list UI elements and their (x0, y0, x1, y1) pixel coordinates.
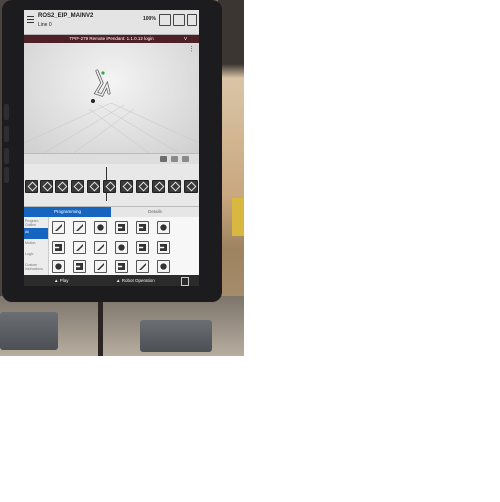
tablet-icon[interactable] (187, 14, 197, 26)
more-icon[interactable]: ⋮ (188, 45, 195, 53)
palette-icon[interactable] (73, 241, 86, 254)
robot-operation-label: Robot Operation (121, 278, 155, 283)
remote-pendant-bar: TPIF-279 Remote iPendant: 1.1.0.12 login… (24, 35, 199, 43)
tab-details[interactable]: Details (111, 207, 199, 217)
instruction-icon[interactable] (55, 180, 68, 193)
grid-icon[interactable] (182, 156, 189, 162)
hamburger-icon[interactable] (27, 16, 34, 23)
palette-icon[interactable] (136, 260, 149, 273)
instruction-icon[interactable] (40, 180, 53, 193)
side-button (4, 148, 9, 164)
palette-icon[interactable] (115, 241, 128, 254)
remote-pendant-text: TPIF-279 Remote iPendant: 1.1.0.12 login (69, 36, 154, 41)
palette-tabs: Programming Details (24, 207, 199, 217)
instruction-icon[interactable] (184, 180, 198, 193)
robot-arm-icon (91, 69, 111, 103)
category-item[interactable]: Program Outline (24, 217, 48, 228)
top-bar: ROS2_EIP_MAINV2 Line 0 100% (24, 10, 199, 35)
instruction-icon[interactable] (168, 180, 181, 193)
palette-icon[interactable] (115, 260, 128, 273)
play-label: Play (59, 278, 69, 283)
tablet-screen: ROS2_EIP_MAINV2 Line 0 100% TPIF-279 Rem… (24, 10, 199, 286)
palette-icon[interactable] (52, 260, 65, 273)
instruction-icon[interactable] (120, 180, 133, 193)
camera-icon[interactable] (171, 156, 178, 162)
instruction-icon[interactable] (103, 180, 116, 193)
palette-icon[interactable] (73, 260, 86, 273)
gripper-icon[interactable] (157, 221, 170, 234)
mount-bracket-right (140, 320, 212, 352)
move-icon[interactable] (52, 221, 65, 234)
instruction-icon[interactable] (87, 180, 100, 193)
yellow-label (232, 198, 244, 236)
save-icon[interactable] (181, 277, 189, 286)
table-icon[interactable] (136, 221, 149, 234)
robot-3d-viewport[interactable]: ⋮ (24, 43, 199, 154)
viewport-toolbar (24, 153, 199, 164)
play-button[interactable]: ▲ Play (54, 278, 68, 283)
palette-icon[interactable] (157, 260, 170, 273)
viewport-grid (24, 69, 199, 154)
category-list: Program Outline All Motion Logic Custom … (24, 217, 49, 275)
palette-icon[interactable] (52, 241, 65, 254)
category-item-active[interactable]: All (24, 228, 48, 239)
robot-status-icon[interactable] (173, 14, 185, 26)
move-linear-icon[interactable] (73, 221, 86, 234)
side-button (4, 104, 9, 120)
arc-icon[interactable] (94, 221, 107, 234)
mount-bracket-left (0, 312, 58, 350)
program-title: ROS2_EIP_MAINV2 (38, 13, 94, 19)
view-icon[interactable] (160, 156, 167, 162)
robot-operation-button[interactable]: ▲ Robot Operation (116, 278, 155, 283)
palette-icon[interactable] (136, 241, 149, 254)
keyboard-icon[interactable] (159, 14, 171, 26)
grid-icon[interactable] (115, 221, 128, 234)
program-line: Line 0 (38, 22, 52, 28)
instruction-icon[interactable] (136, 180, 149, 193)
instruction-icon[interactable] (152, 180, 165, 193)
category-item[interactable]: Logic (24, 250, 48, 261)
category-item[interactable]: Motion (24, 239, 48, 250)
bottom-bar: ▲ Play ▲ Robot Operation (24, 275, 199, 286)
side-button (4, 167, 9, 183)
teach-pendant-tablet: ROS2_EIP_MAINV2 Line 0 100% TPIF-279 Rem… (2, 0, 222, 302)
program-timeline[interactable] (24, 164, 199, 207)
instruction-palette: Program Outline All Motion Logic Custom … (24, 217, 199, 275)
side-button (4, 126, 9, 142)
chevron-down-icon[interactable]: V (184, 35, 187, 43)
photo: ROS2_EIP_MAINV2 Line 0 100% TPIF-279 Rem… (0, 0, 244, 356)
instruction-icon[interactable] (25, 180, 38, 193)
battery-percent: 100% (143, 16, 156, 22)
palette-icon[interactable] (94, 260, 107, 273)
tab-programming[interactable]: Programming (24, 207, 111, 217)
category-item[interactable]: Custom Instructions (24, 261, 48, 272)
palette-icon[interactable] (157, 241, 170, 254)
palette-icon[interactable] (94, 241, 107, 254)
instruction-icon[interactable] (71, 180, 84, 193)
